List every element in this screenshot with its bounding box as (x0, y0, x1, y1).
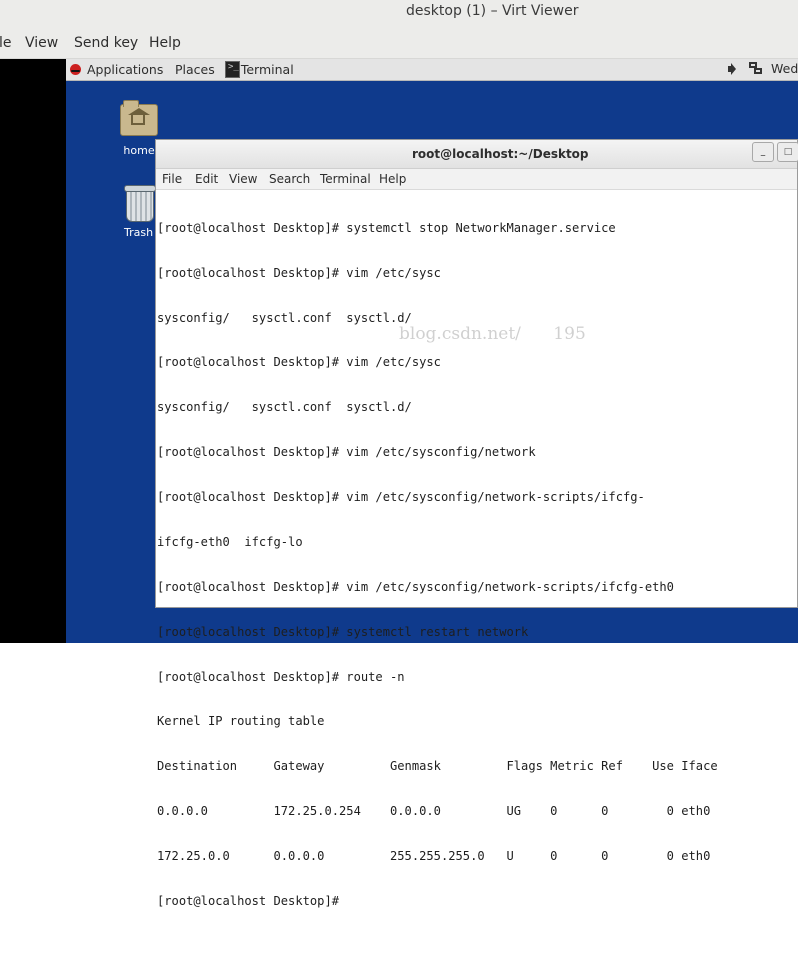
minimize-button[interactable]: _ (752, 142, 774, 162)
watermark: blog.csdn.net/ 195 (399, 324, 586, 344)
terminal-line: [root@localhost Desktop]# (157, 893, 340, 908)
terminal-line: sysconfig/ sysctl.conf sysctl.d/ (157, 400, 412, 415)
taskbar-terminal[interactable]: >_ Terminal (225, 59, 294, 80)
terminal-line: [root@localhost Desktop]# systemctl rest… (157, 624, 529, 639)
terminal-menu-terminal[interactable]: Terminal (320, 172, 371, 186)
terminal-line: [root@localhost Desktop]# vim /etc/sysco… (157, 490, 645, 505)
terminal-title: root@localhost:~/Desktop (412, 147, 589, 161)
menu-view[interactable]: View (25, 35, 58, 51)
redhat-logo-icon (70, 64, 81, 75)
panel-status-area: Wed (727, 61, 798, 76)
network-icon[interactable] (749, 62, 763, 75)
terminal-line: [root@localhost Desktop]# systemctl stop… (157, 220, 616, 235)
terminal-menu-file[interactable]: File (162, 172, 182, 186)
clock[interactable]: Wed (771, 61, 798, 76)
terminal-titlebar[interactable]: root@localhost:~/Desktop _ □ (156, 140, 798, 169)
terminal-line: [root@localhost Desktop]# vim /etc/sysc (157, 355, 441, 370)
terminal-menu-view[interactable]: View (229, 172, 257, 186)
terminal-line: [root@localhost Desktop]# vim /etc/sysco… (157, 445, 536, 460)
terminal-window[interactable]: root@localhost:~/Desktop _ □ File Edit V… (155, 139, 798, 908)
home-folder-icon (120, 100, 158, 136)
terminal-icon: >_ (225, 61, 240, 78)
menu-file-truncated[interactable]: le (0, 35, 12, 51)
terminal-line: [root@localhost Desktop]# vim /etc/sysc (157, 265, 441, 280)
terminal-menu-help[interactable]: Help (379, 172, 406, 186)
guest-display[interactable]: Applications Places >_ Terminal Wed home… (0, 59, 798, 908)
terminal-line: Destination Gateway Genmask Flags Metric… (157, 759, 718, 774)
terminal-output[interactable]: [root@localhost Desktop]# systemctl stop… (156, 190, 797, 954)
desktop-icon-home[interactable]: home (119, 100, 159, 157)
window-title: desktop (1) – Virt Viewer (406, 3, 579, 19)
places-menu[interactable]: Places (175, 62, 215, 77)
menu-send-key[interactable]: Send key (74, 35, 138, 51)
terminal-line: 172.25.0.0 0.0.0.0 255.255.255.0 U 0 0 0… (157, 848, 711, 863)
applications-menu[interactable]: Applications (70, 62, 163, 77)
trash-icon (124, 185, 156, 222)
taskbar-terminal-label: Terminal (240, 62, 294, 77)
terminal-line: [root@localhost Desktop]# route -n (157, 669, 405, 684)
maximize-button[interactable]: □ (777, 142, 798, 162)
virt-viewer-titlebar: desktop (1) – Virt Viewer (0, 0, 798, 28)
terminal-line: Kernel IP routing table (157, 714, 325, 729)
desktop-icon-home-label: home (123, 144, 155, 157)
volume-icon[interactable] (727, 62, 741, 76)
terminal-line: ifcfg-eth0 ifcfg-lo (157, 534, 303, 549)
gnome-top-panel: Applications Places >_ Terminal Wed (66, 59, 798, 81)
terminal-menubar: File Edit View Search Terminal Help (156, 169, 797, 190)
menu-help[interactable]: Help (149, 35, 181, 51)
virt-viewer-menubar: le View Send key Help (0, 28, 798, 59)
terminal-menu-edit[interactable]: Edit (195, 172, 218, 186)
terminal-line: sysconfig/ sysctl.conf sysctl.d/ (157, 310, 412, 325)
terminal-line: [root@localhost Desktop]# vim /etc/sysco… (157, 579, 674, 594)
applications-label: Applications (87, 62, 164, 77)
desktop-icon-trash[interactable]: Trash (120, 185, 160, 239)
terminal-menu-search[interactable]: Search (269, 172, 310, 186)
terminal-line: 0.0.0.0 172.25.0.254 0.0.0.0 UG 0 0 0 et… (157, 804, 711, 819)
